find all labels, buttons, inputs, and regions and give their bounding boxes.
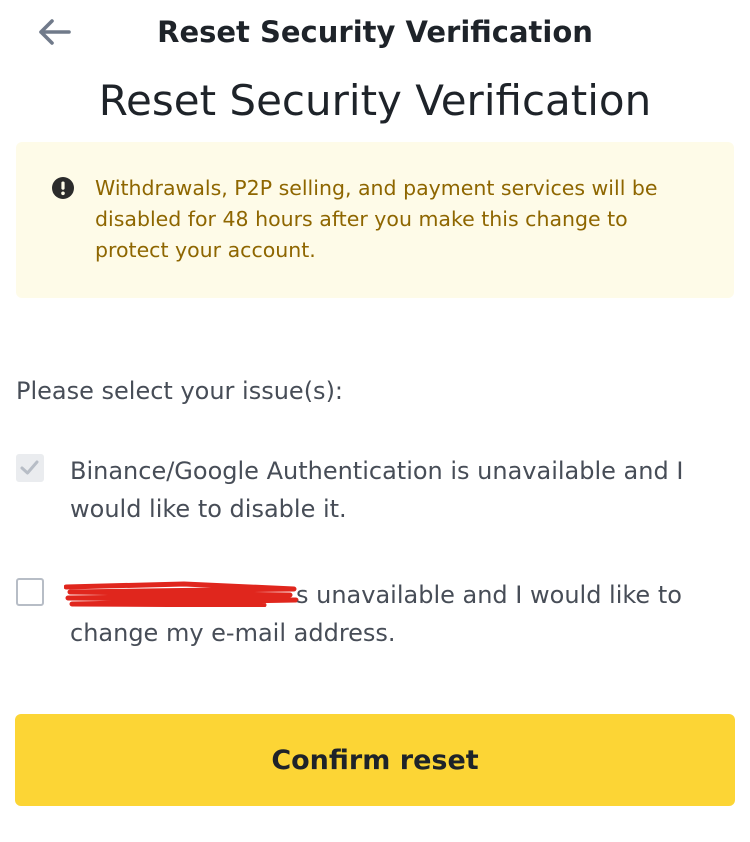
top-bar: Reset Security Verification [0,0,750,64]
exclamation-circle-icon [52,177,74,199]
checkbox-authenticator[interactable] [16,454,44,482]
checkbox-email[interactable] [16,578,44,606]
warning-notice: Withdrawals, P2P selling, and payment se… [16,142,734,298]
header-title: Reset Security Verification [157,15,593,49]
page-title: Reset Security Verification [98,76,652,125]
confirm-reset-button[interactable]: Confirm reset [15,714,735,806]
notice-text: Withdrawals, P2P selling, and payment se… [95,176,658,262]
option-label-authenticator: Binance/Google Authentication is unavail… [70,457,684,523]
option-label-email-wrapper: s unavailable and I would like to change… [64,576,710,652]
check-icon [20,460,39,475]
redaction-scribble-icon [64,581,299,607]
issue-prompt: Please select your issue(s): [16,377,344,405]
